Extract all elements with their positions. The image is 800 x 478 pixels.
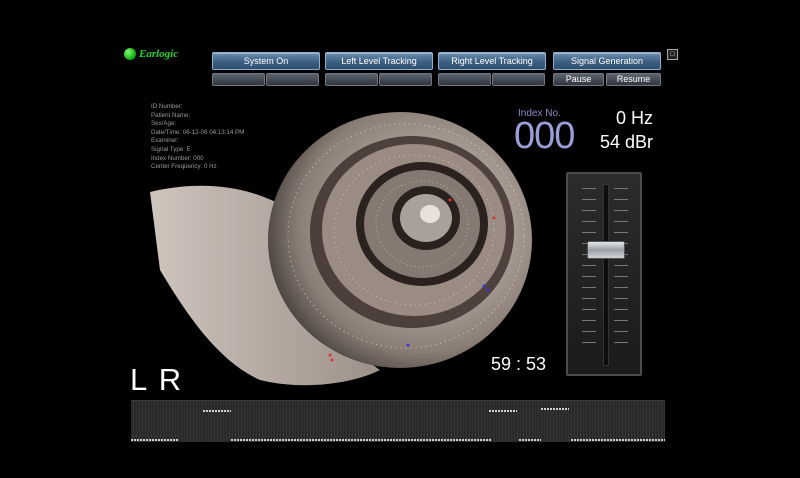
resume-button[interactable]: Resume: [606, 73, 661, 86]
system-sub-button-2[interactable]: [266, 73, 319, 86]
patient-sex-age-line: Sex/Age:: [151, 120, 177, 128]
slider-tick: [614, 188, 628, 189]
slider-tick: [614, 342, 628, 343]
pause-button[interactable]: Pause: [553, 73, 604, 86]
right-level-tracking-button[interactable]: Right Level Tracking: [438, 52, 546, 70]
slider-tick: [614, 331, 628, 332]
left-tracking-sub-button-1[interactable]: [325, 73, 378, 86]
slider-tick: [582, 309, 596, 310]
level-readout: 54 dBr: [600, 132, 654, 152]
right-tracking-sub-button-1[interactable]: [438, 73, 491, 86]
system-on-button[interactable]: System On: [212, 52, 320, 70]
strip-marker: [489, 410, 517, 412]
right-tracking-sub-button-2[interactable]: [492, 73, 545, 86]
slider-tick: [582, 276, 596, 277]
center-frequency-line: Center Frequency: 0 Hz: [151, 163, 217, 171]
strip-marker: [519, 439, 541, 441]
slider-tick: [614, 210, 628, 211]
left-tracking-sub-button-2[interactable]: [379, 73, 432, 86]
ear-indicator: L R: [130, 362, 184, 397]
slider-tick: [614, 221, 628, 222]
slider-tick: [614, 298, 628, 299]
patient-name-line: Patient Name:: [151, 111, 191, 119]
slider-tick: [582, 298, 596, 299]
slider-track: [603, 184, 609, 366]
patient-info-panel: ID Number: Patient Name: Sex/Age: Date/T…: [151, 103, 244, 172]
level-slider[interactable]: [566, 172, 642, 376]
slider-tick: [582, 221, 596, 222]
slider-thumb[interactable]: [587, 241, 625, 260]
slider-tick: [614, 276, 628, 277]
left-level-tracking-button[interactable]: Left Level Tracking: [325, 52, 433, 70]
audiogram-strip: [131, 400, 665, 442]
slider-tick: [582, 287, 596, 288]
patient-id-line: ID Number:: [151, 103, 183, 110]
slider-tick: [614, 265, 628, 266]
patient-examiner-line: Examiner:: [151, 137, 179, 145]
logo-icon: [124, 48, 136, 60]
slider-tick: [614, 309, 628, 310]
slider-tick: [614, 287, 628, 288]
slider-tick: [582, 265, 596, 266]
slider-tick: [582, 188, 596, 189]
system-sub-button-1[interactable]: [212, 73, 265, 86]
slider-tick: [614, 320, 628, 321]
window-close-icon[interactable]: □: [667, 49, 678, 60]
slider-tick: [582, 199, 596, 200]
slider-tick: [614, 199, 628, 200]
signal-type-line: Signal Type: E: [151, 145, 191, 153]
logo-text: Earlogic: [139, 48, 179, 60]
strip-marker: [231, 439, 491, 441]
slider-tick: [582, 331, 596, 332]
strip-marker: [131, 439, 179, 441]
index-number-line: Index Number: 000: [151, 154, 204, 162]
strip-marker: [571, 439, 665, 441]
frequency-readout: 0 Hz: [616, 108, 654, 128]
strip-marker: [541, 408, 569, 410]
earlogic-logo: Earlogic: [124, 48, 178, 60]
patient-datetime-line: Date/Time: 06-12-06 04:13:14 PM: [151, 128, 245, 136]
index-value: 000: [514, 115, 575, 157]
timer-readout: 59 : 53: [491, 354, 547, 374]
slider-tick: [582, 320, 596, 321]
slider-tick: [614, 232, 628, 233]
signal-generation-button[interactable]: Signal Generation: [553, 52, 661, 70]
strip-marker: [203, 410, 231, 412]
earlogic-screen: Earlogic System On Left Level Tracking R…: [0, 0, 800, 478]
slider-tick: [582, 210, 596, 211]
slider-tick: [582, 232, 596, 233]
slider-tick: [582, 342, 596, 343]
